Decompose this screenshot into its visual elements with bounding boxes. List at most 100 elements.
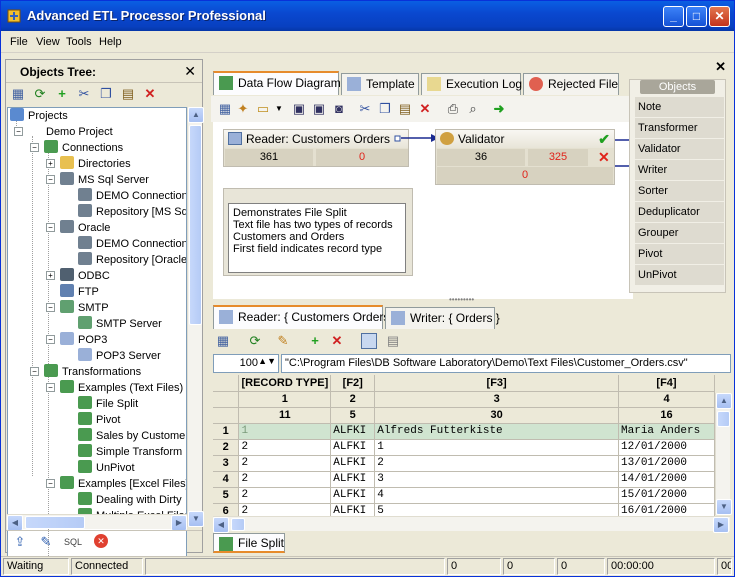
table-cell[interactable]: ALFKI — [330, 423, 376, 440]
open-icon[interactable]: ▭ — [255, 101, 271, 117]
tree-item-repository[interactable]: Repository [Oracle] — [78, 252, 186, 268]
tree-item-transformations[interactable]: − Transformations — [30, 364, 141, 380]
tree-item-ftp[interactable]: FTP — [60, 284, 99, 300]
diagram-canvas[interactable]: Reader: Customers Orders 361 0 Validator… — [213, 122, 633, 299]
scroll-thumb[interactable] — [25, 516, 85, 529]
object-grouper[interactable]: Grouper — [635, 223, 724, 243]
table-cell[interactable]: ALFKI — [330, 439, 376, 456]
object-transformer[interactable]: Transformer — [635, 118, 724, 138]
title-bar[interactable]: Advanced ETL Processor Professional _ □ … — [1, 1, 734, 31]
export-icon[interactable]: ⇪ — [12, 534, 28, 550]
objects-tree[interactable]: Projects − Demo Project − Connections + Dir… — [7, 107, 187, 573]
scroll-thumb[interactable] — [717, 411, 730, 427]
scroll-thumb[interactable] — [189, 125, 202, 325]
collapse-icon[interactable]: − — [46, 223, 55, 232]
row-count-input[interactable]: 100 ▲▼ — [213, 354, 279, 373]
edit-icon[interactable]: ✎ — [38, 534, 54, 550]
add-icon[interactable]: + — [307, 333, 323, 349]
table-cell[interactable]: 1 — [374, 439, 620, 456]
tab-execution-log[interactable]: Execution Log — [421, 73, 522, 95]
table-cell[interactable]: 13/01/2000 — [618, 455, 715, 472]
save-as-icon[interactable]: ▣ — [311, 101, 327, 117]
table-cell[interactable]: 2 — [238, 439, 332, 456]
tree-item-dealing-with-dirty[interactable]: Dealing with Dirty — [78, 492, 182, 508]
tab-rejected-file[interactable]: Rejected File — [523, 73, 619, 95]
scroll-down-icon[interactable]: ▼ — [716, 499, 732, 515]
refresh-icon[interactable]: ⟳ — [247, 333, 263, 349]
column-header[interactable]: [F2] — [330, 375, 376, 392]
table-cell[interactable]: Alfreds Futterkiste — [374, 423, 620, 440]
sql-icon[interactable]: SQL — [64, 534, 82, 550]
scroll-right-icon[interactable]: ▶ — [713, 517, 729, 533]
table-cell[interactable]: 2 — [374, 455, 620, 472]
menu-help[interactable]: Help — [99, 36, 122, 48]
delete-icon[interactable]: ✕ — [329, 333, 345, 349]
scroll-up-icon[interactable]: ▲ — [716, 393, 732, 409]
tree-item-smtp[interactable]: − SMTP — [46, 300, 109, 316]
collapse-icon[interactable]: − — [46, 175, 55, 184]
properties-icon[interactable]: ▦ — [215, 333, 231, 349]
menu-file[interactable]: File — [10, 36, 28, 48]
object-validator[interactable]: Validator — [635, 139, 724, 159]
collapse-icon[interactable]: − — [14, 127, 23, 136]
object-writer[interactable]: Writer — [635, 160, 724, 180]
paste-icon[interactable]: ▤ — [120, 86, 136, 102]
new-icon[interactable]: ✦ — [235, 101, 251, 117]
tree-item-examples-excel[interactable]: − Examples [Excel Files] — [46, 476, 186, 492]
data-grid[interactable]: [RECORD TYPE] [F2] [F3] [F4] 1 2 3 4 11 … — [213, 375, 715, 521]
object-deduplicator[interactable]: Deduplicator — [635, 202, 724, 222]
grid-view-icon[interactable] — [361, 333, 377, 349]
table-row[interactable]: 1 1 ALFKI Alfreds Futterkiste Maria Ande… — [213, 423, 715, 440]
column-header[interactable]: [F3] — [374, 375, 620, 392]
menu-tools[interactable]: Tools — [66, 36, 92, 48]
table-cell[interactable]: 2 — [238, 471, 332, 488]
tab-file-split[interactable]: File Split — [213, 533, 285, 553]
tree-item-repository[interactable]: Repository [MS Sql] — [78, 204, 186, 220]
object-unpivot[interactable]: UnPivot — [635, 265, 724, 285]
column-header[interactable]: [F4] — [618, 375, 715, 392]
tree-item-simple-transform[interactable]: Simple Transform — [78, 444, 182, 460]
tree-item-pop3[interactable]: − POP3 — [46, 332, 107, 348]
table-cell[interactable]: ALFKI — [330, 455, 376, 472]
tree-item-pivot[interactable]: Pivot — [78, 412, 120, 428]
run-icon[interactable]: ➜ — [491, 101, 507, 117]
print-icon[interactable]: ⎙ — [445, 101, 461, 117]
expand-icon[interactable]: + — [46, 159, 55, 168]
tree-item-connections[interactable]: − Connections — [30, 140, 123, 156]
add-icon[interactable]: + — [54, 86, 70, 102]
scroll-left-icon[interactable]: ◀ — [7, 515, 23, 531]
column-header[interactable]: [RECORD TYPE] — [238, 375, 332, 392]
scroll-left-icon[interactable]: ◀ — [213, 517, 229, 533]
maximize-button[interactable]: □ — [686, 6, 707, 27]
cut-icon[interactable]: ✂ — [357, 101, 373, 117]
table-row[interactable]: 3 2 ALFKI 2 13/01/2000 — [213, 455, 715, 472]
scroll-up-icon[interactable]: ▲ — [188, 107, 204, 123]
chevron-down-icon[interactable]: ▼ — [271, 101, 287, 117]
print-preview-icon[interactable]: ⌕ — [465, 101, 481, 117]
properties-icon[interactable]: ▦ — [217, 101, 233, 117]
scroll-right-icon[interactable]: ▶ — [171, 515, 187, 531]
tree-item-projects[interactable]: Projects — [10, 108, 68, 124]
collapse-icon[interactable]: − — [30, 143, 39, 152]
close-icon[interactable]: ✕ — [715, 59, 726, 75]
tree-item-demo-connection[interactable]: DEMO Connection — [78, 236, 186, 252]
tree-vertical-scrollbar[interactable]: ▲ ▼ — [187, 107, 204, 527]
table-row[interactable]: 4 2 ALFKI 3 14/01/2000 — [213, 471, 715, 488]
collapse-icon[interactable]: − — [46, 335, 55, 344]
tree-item-directories[interactable]: + Directories — [46, 156, 131, 172]
tree-item-demo-connection[interactable]: DEMO Connection — [78, 188, 186, 204]
save-icon[interactable]: ▣ — [291, 101, 307, 117]
edit-icon[interactable]: ✎ — [275, 333, 291, 349]
collapse-icon[interactable]: − — [46, 383, 55, 392]
object-note[interactable]: Note — [635, 97, 724, 117]
save-all-icon[interactable]: ◙ — [331, 101, 347, 117]
properties-icon[interactable]: ▦ — [10, 86, 26, 102]
table-cell[interactable]: ALFKI — [330, 487, 376, 504]
tree-item-odbc[interactable]: + ODBC — [46, 268, 110, 284]
collapse-icon[interactable]: − — [46, 479, 55, 488]
table-row[interactable]: 5 2 ALFKI 4 15/01/2000 — [213, 487, 715, 504]
tree-item-sales-by-customer[interactable]: Sales by Customer — [78, 428, 186, 444]
stop-icon[interactable]: ✕ — [94, 534, 108, 548]
table-row[interactable]: 2 2 ALFKI 1 12/01/2000 — [213, 439, 715, 456]
delete-icon[interactable]: ✕ — [417, 101, 433, 117]
